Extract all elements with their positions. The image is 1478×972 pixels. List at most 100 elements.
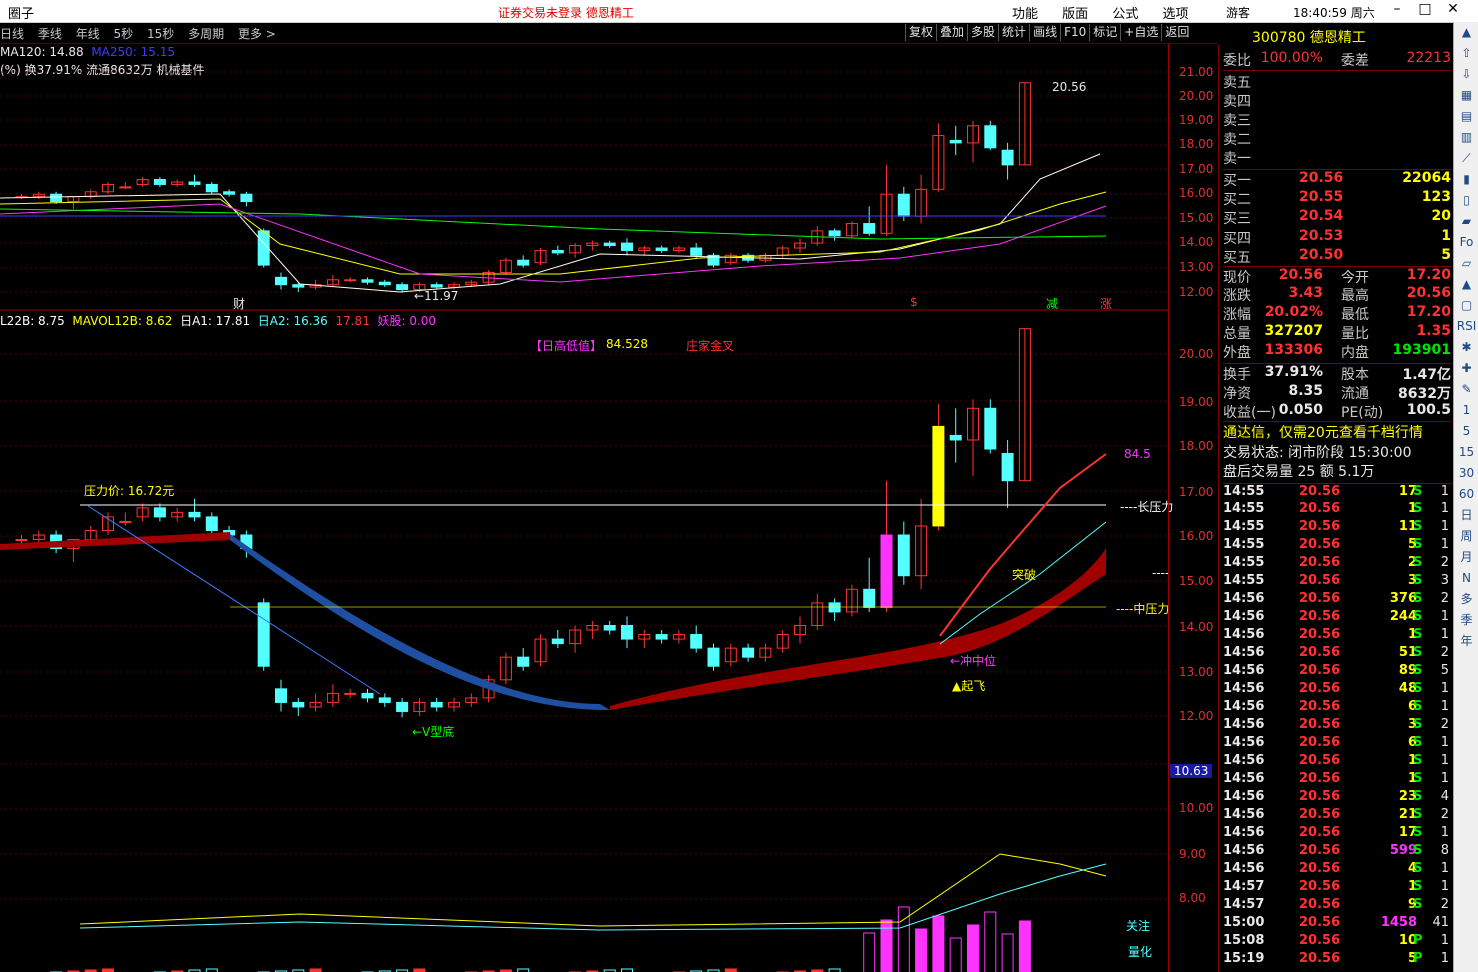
ad-banner[interactable]: 通达信，仅需20元查看千档行情 bbox=[1223, 421, 1451, 442]
toolbar-icon[interactable]: 1 bbox=[1454, 400, 1478, 421]
toolbar-icon[interactable]: 日 bbox=[1454, 505, 1478, 526]
tick-count: 2 bbox=[1440, 591, 1449, 606]
ask-row[interactable]: 卖二 bbox=[1223, 129, 1451, 148]
axis-tick: 15.00 bbox=[1179, 211, 1214, 225]
ask-row[interactable]: 卖三 bbox=[1223, 110, 1451, 129]
candle-body bbox=[378, 281, 391, 286]
ask-row[interactable]: 卖四 bbox=[1223, 91, 1451, 110]
toolbar-icon[interactable]: ▦ bbox=[1454, 85, 1478, 106]
tick-price: 20.56 bbox=[1299, 573, 1341, 588]
tool-fuquan[interactable]: 复权 bbox=[905, 24, 936, 41]
tool-multi[interactable]: 多股 bbox=[967, 24, 998, 41]
ask-row[interactable]: 卖一 bbox=[1223, 148, 1451, 167]
tool-overlay[interactable]: 叠加 bbox=[936, 24, 967, 41]
candle-body bbox=[897, 193, 910, 217]
bid-row[interactable]: 买五 20.50 5 bbox=[1223, 247, 1451, 266]
bid-row[interactable]: 买三 20.54 20 bbox=[1223, 208, 1451, 227]
toolbar-icon[interactable]: RSI bbox=[1454, 316, 1478, 337]
toolbar-icon[interactable]: ▰ bbox=[1454, 211, 1478, 232]
candle-body bbox=[984, 125, 997, 149]
ask-label: 卖四 bbox=[1223, 94, 1251, 110]
toolbar-icon[interactable]: ⇩ bbox=[1454, 64, 1478, 85]
toolbar-icon[interactable]: 60 bbox=[1454, 484, 1478, 505]
bid-row[interactable]: 买一 20.56 22064 bbox=[1223, 169, 1451, 189]
tick-count: 1 bbox=[1440, 537, 1449, 552]
menu-layout[interactable]: 版面 bbox=[1062, 7, 1088, 22]
toolbar-icon[interactable]: ▲ bbox=[1454, 22, 1478, 43]
menu-function[interactable]: 功能 bbox=[1012, 7, 1038, 22]
tick-count: 1 bbox=[1440, 681, 1449, 696]
toolbar-icon[interactable]: ✚ bbox=[1454, 358, 1478, 379]
s-marker[interactable]: $ bbox=[910, 295, 918, 309]
tab-day[interactable]: 日线 bbox=[0, 27, 24, 41]
toolbar-icon[interactable]: Fo bbox=[1454, 232, 1478, 253]
tab-year[interactable]: 年线 bbox=[76, 27, 100, 41]
tick-price: 20.56 bbox=[1299, 609, 1341, 624]
minimize-icon[interactable]: – bbox=[1383, 1, 1411, 17]
candle-body bbox=[690, 247, 703, 256]
candle-body bbox=[655, 634, 668, 640]
weibi-value: 100.00% bbox=[1260, 50, 1323, 66]
stat-value: 20.02% bbox=[1264, 304, 1323, 320]
tab-more[interactable]: 更多 > bbox=[238, 27, 276, 41]
toolbar-icon[interactable]: ⟋ bbox=[1454, 148, 1478, 169]
tool-mark[interactable]: 标记 bbox=[1089, 24, 1120, 41]
guest-label[interactable]: 游客 bbox=[1226, 4, 1250, 21]
tab-5s[interactable]: 5秒 bbox=[114, 27, 134, 41]
toolbar-icon[interactable]: N bbox=[1454, 568, 1478, 589]
toolbar-icon[interactable]: 5 bbox=[1454, 421, 1478, 442]
candle-body bbox=[1001, 453, 1014, 482]
tool-stats[interactable]: 统计 bbox=[998, 24, 1029, 41]
toolbar-icon[interactable]: 周 bbox=[1454, 526, 1478, 547]
weibi-label: 委比 bbox=[1223, 53, 1251, 69]
ask-row[interactable]: 卖五 bbox=[1223, 72, 1451, 91]
tool-draw[interactable]: 画线 bbox=[1029, 24, 1060, 41]
candle-body bbox=[396, 701, 409, 712]
candle-body bbox=[119, 520, 132, 523]
toolbar-icon[interactable]: ▲ bbox=[1454, 274, 1478, 295]
candle-body bbox=[742, 647, 755, 658]
cai-marker[interactable]: 财 bbox=[233, 295, 245, 312]
tick-time: 14:56 bbox=[1223, 807, 1265, 822]
axis-tick: 13.00 bbox=[1179, 260, 1214, 274]
candle-body bbox=[50, 193, 63, 203]
maximize-icon[interactable]: □ bbox=[1411, 1, 1439, 17]
jian-marker[interactable]: 减 bbox=[1046, 295, 1058, 312]
axis-tick: 21.00 bbox=[1179, 65, 1214, 79]
candle-body bbox=[880, 534, 893, 608]
ask-label: 卖一 bbox=[1223, 151, 1251, 167]
toolbar-icon[interactable]: ▯ bbox=[1454, 190, 1478, 211]
toolbar-icon[interactable]: 月 bbox=[1454, 547, 1478, 568]
toolbar-icon[interactable]: 年 bbox=[1454, 631, 1478, 652]
menu-options[interactable]: 选项 bbox=[1162, 7, 1188, 22]
tab-quarter[interactable]: 季线 bbox=[38, 27, 62, 41]
tick-side: S bbox=[1413, 663, 1423, 678]
toolbar-icon[interactable]: 多 bbox=[1454, 589, 1478, 610]
toolbar-icon[interactable]: ▤ bbox=[1454, 106, 1478, 127]
toolbar-icon[interactable]: ▮ bbox=[1454, 169, 1478, 190]
bid-row[interactable]: 买四 20.53 1 bbox=[1223, 228, 1451, 247]
tool-f10[interactable]: F10 bbox=[1060, 24, 1089, 41]
tab-15s[interactable]: 15秒 bbox=[147, 27, 174, 41]
tool-watchlist[interactable]: +自选 bbox=[1120, 24, 1161, 41]
toolbar-icon[interactable]: ⇧ bbox=[1454, 43, 1478, 64]
toolbar-icon[interactable]: ✱ bbox=[1454, 337, 1478, 358]
axis-tick: 18.00 bbox=[1179, 137, 1214, 151]
toolbar-icon[interactable]: 季 bbox=[1454, 610, 1478, 631]
toolbar-icon[interactable]: 30 bbox=[1454, 463, 1478, 484]
toolbar-icon[interactable]: ▢ bbox=[1454, 295, 1478, 316]
tool-back[interactable]: 返回 bbox=[1161, 24, 1192, 41]
kline-chart[interactable] bbox=[0, 44, 1168, 972]
long-pressure: ----长压力 bbox=[1120, 500, 1174, 514]
toolbar-icon[interactable]: ▱ bbox=[1454, 253, 1478, 274]
toolbar-icon[interactable]: 15 bbox=[1454, 442, 1478, 463]
zhang-marker[interactable]: 涨 bbox=[1100, 295, 1112, 312]
chart-tools: 复权 叠加 多股 统计 画线 F10 标记 +自选 返回 bbox=[905, 24, 1192, 41]
menu-formula[interactable]: 公式 bbox=[1112, 7, 1138, 22]
bid-row[interactable]: 买二 20.55 123 bbox=[1223, 189, 1451, 208]
stat-row: 涨幅 20.02% 最低 17.20 bbox=[1223, 304, 1451, 323]
tab-multi[interactable]: 多周期 bbox=[188, 27, 224, 41]
toolbar-icon[interactable]: ▥ bbox=[1454, 127, 1478, 148]
toolbar-icon[interactable]: ✎ bbox=[1454, 379, 1478, 400]
close-icon[interactable]: ✕ bbox=[1439, 1, 1467, 17]
